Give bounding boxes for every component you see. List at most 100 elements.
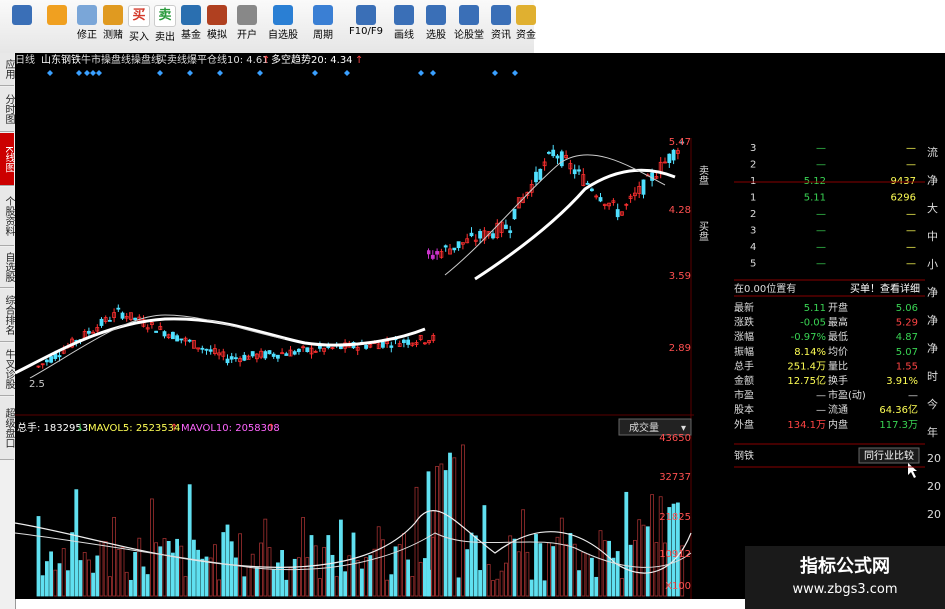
candle: [108, 319, 112, 322]
quote-label: 总手: [734, 359, 754, 372]
toolbar-news-button[interactable]: 资讯: [486, 3, 516, 51]
toolbar-sell-button[interactable]: 卖卖出: [152, 3, 178, 51]
toolbar-back-arrow-button[interactable]: [40, 3, 74, 51]
signal-diamond-icon: [512, 70, 518, 76]
volume-bar: [473, 535, 478, 597]
volume-bar: [44, 561, 49, 597]
toolbar-fund-button[interactable]: 基金: [178, 3, 204, 51]
volume-bar: [525, 551, 530, 597]
volume-bar: [305, 557, 310, 597]
toolbar-filter-button[interactable]: 选股: [420, 3, 452, 51]
toolbar-money-button[interactable]: 资金: [516, 3, 536, 51]
candle: [534, 171, 538, 183]
signal-diamond-icon: [344, 70, 350, 76]
price-axis: 5.47 4.28 3.59 2.89: [669, 137, 691, 354]
side-tab[interactable]: K线图: [0, 133, 14, 186]
toolbar-star-list-button[interactable]: 自选股: [264, 3, 302, 51]
right-strip-label: 20: [927, 480, 941, 493]
volume-bar: [191, 539, 196, 597]
toolbar-gavel-button[interactable]: 模拟: [204, 3, 230, 51]
volume-bar: [418, 561, 423, 597]
toolbar-lock-button[interactable]: 开户: [230, 3, 264, 51]
volume-bar: [204, 556, 209, 597]
price-tick: 2.89: [669, 343, 691, 354]
candle: [572, 169, 577, 175]
side-tab[interactable]: 分时图: [0, 87, 14, 132]
volume-bar: [141, 566, 146, 597]
volume-bar: [568, 532, 573, 597]
side-tab[interactable]: 超级盘口: [0, 397, 14, 460]
toolbar-up-down-arrow-button[interactable]: 修正: [74, 3, 100, 51]
volume-bar: [322, 546, 327, 597]
side-tab[interactable]: 个股资料: [0, 187, 14, 246]
volume-bar: [368, 555, 373, 597]
volume-bar: [124, 571, 129, 597]
volume-bar: [267, 547, 272, 597]
candle: [175, 335, 180, 342]
book-level: 3: [750, 226, 756, 237]
candle: [296, 348, 301, 353]
signal-diamond-icon: [47, 70, 53, 76]
quote-panel: 卖盘买盘3——2——15.12943715.1162962——3——4——5——…: [694, 53, 945, 599]
industry-compare-button[interactable]: 同行业比较: [858, 447, 920, 464]
toolbar-chart-button[interactable]: F10/F9: [344, 3, 388, 51]
side-tab[interactable]: 牛叉诊股: [0, 343, 14, 396]
signal-diamond-icon: [90, 70, 96, 76]
toolbar-pen-button[interactable]: 画线: [388, 3, 420, 51]
candle: [187, 339, 192, 342]
chart-canvas: 日线 山东钢铁 牛市操盘线操盘线 买卖线爆平仓线10: 4.61 ↑ 多空趋势2…: [14, 53, 694, 599]
order-detail-label: 买单！查看详细: [850, 282, 920, 295]
toolbar-label: 论股堂: [454, 30, 484, 41]
toolbar-chat-button[interactable]: 论股堂: [452, 3, 486, 51]
side-tab[interactable]: 应用: [0, 53, 14, 86]
quote-value: 5.11: [804, 303, 826, 314]
volume-bar: [465, 549, 470, 597]
volume-bar: [555, 536, 560, 597]
candle: [435, 251, 440, 255]
quote-label: 流通: [828, 403, 848, 416]
chat-icon: [459, 5, 479, 25]
quote-value: 117.3万: [879, 420, 918, 431]
filter-icon: [426, 5, 446, 25]
candle: [406, 339, 411, 345]
period-label[interactable]: 日线: [15, 53, 35, 66]
right-strip-label: 今: [927, 398, 938, 411]
candle: [263, 351, 268, 359]
volume-bar: [313, 545, 318, 597]
right-strip-label: 小: [927, 258, 938, 271]
candle: [380, 341, 385, 348]
volume-bar: [443, 470, 448, 597]
volume-bar: [482, 505, 487, 597]
candle: [426, 250, 431, 255]
side-tabs: 应用 分时图 K线图 个股资料 自选股 综合排名 牛叉诊股 超级盘口: [0, 53, 16, 609]
volume-bar: [330, 554, 335, 597]
order-detail-button[interactable]: 买单！查看详细: [850, 282, 920, 295]
toolbar-buy-button[interactable]: 买买入: [126, 3, 152, 51]
indicator-name: 牛市操盘线操盘线: [81, 53, 161, 66]
toolbar: 修正 测赌买买入卖卖出 基金 模拟 开户 自选股 周期 F10/F9 画线 选股 论股堂 资讯 资金: [0, 0, 536, 54]
volume-bar: [250, 553, 255, 597]
kline-chart[interactable]: 日线 山东钢铁 牛市操盘线操盘线 买卖线爆平仓线10: 4.61 ↑ 多空趋势2…: [14, 53, 694, 599]
toolbar-grid-button[interactable]: [4, 3, 40, 51]
toolbar-label: 基金: [181, 30, 201, 41]
toolbar-clock-button[interactable]: 周期: [302, 3, 344, 51]
book-price: —: [816, 160, 826, 171]
candle: [225, 358, 230, 364]
quote-value: 5.29: [896, 318, 918, 329]
toolbar-dice-button[interactable]: 测赌: [100, 3, 126, 51]
volume-bar: [61, 548, 66, 597]
candle: [559, 151, 564, 167]
quote-value: 4.87: [896, 332, 918, 343]
volume-bar: [491, 580, 495, 597]
side-tab[interactable]: 自选股: [0, 247, 14, 288]
signal-diamond-icon: [418, 70, 424, 76]
volume-bar: [36, 516, 41, 597]
side-tab[interactable]: 综合排名: [0, 289, 14, 342]
quote-label: 内盘: [828, 418, 848, 431]
volume-bar: [87, 559, 91, 597]
volume-bar: [145, 574, 150, 597]
candle: [170, 331, 175, 340]
volume-bar: [259, 542, 264, 597]
volume-bar: [112, 516, 116, 597]
volume-bar: [654, 542, 659, 597]
